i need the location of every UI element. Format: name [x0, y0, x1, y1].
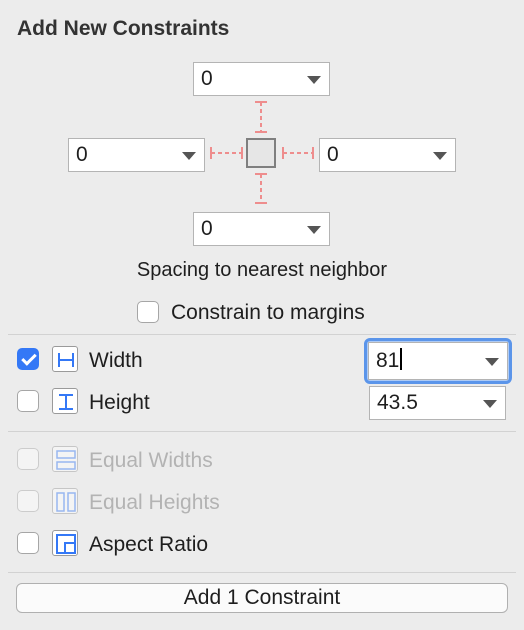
top-spacing-combo[interactable]: 0: [193, 62, 330, 96]
bottom-spacing-combo[interactable]: 0: [193, 212, 330, 246]
right-spacing-value: 0: [327, 143, 339, 166]
left-spacing-value: 0: [76, 143, 88, 166]
left-spacing-combo[interactable]: 0: [68, 138, 205, 172]
height-value-combo[interactable]: 43.5: [369, 386, 506, 420]
equal-heights-icon: [52, 488, 78, 514]
width-value[interactable]: 81: [376, 349, 399, 372]
divider: [8, 572, 516, 573]
width-icon: [52, 346, 78, 372]
aspect-ratio-icon: [52, 530, 78, 556]
chevron-down-icon[interactable]: [483, 400, 497, 408]
width-value-combo[interactable]: 81: [368, 342, 508, 380]
chevron-down-icon[interactable]: [485, 358, 499, 366]
equal-widths-label: Equal Widths: [89, 449, 213, 472]
height-icon: [52, 388, 78, 414]
width-checkbox[interactable]: [17, 348, 39, 370]
width-label: Width: [89, 349, 143, 372]
equal-heights-label: Equal Heights: [89, 491, 220, 514]
equal-widths-checkbox[interactable]: [17, 448, 39, 470]
height-checkbox[interactable]: [17, 390, 39, 412]
equal-widths-icon: [52, 446, 78, 472]
spacing-caption: Spacing to nearest neighbor: [136, 259, 388, 281]
panel-title: Add New Constraints: [17, 17, 230, 40]
view-box-icon: [246, 138, 276, 168]
chevron-down-icon[interactable]: [307, 226, 321, 234]
chevron-down-icon[interactable]: [433, 152, 447, 160]
right-strut-icon[interactable]: [280, 143, 316, 163]
aspect-ratio-checkbox[interactable]: [17, 532, 39, 554]
top-strut-icon[interactable]: [251, 100, 271, 136]
aspect-ratio-label: Aspect Ratio: [89, 533, 209, 556]
height-value: 43.5: [377, 391, 418, 414]
text-caret: [400, 348, 403, 370]
constrain-to-margins-label: Constrain to margins: [171, 301, 365, 324]
chevron-down-icon[interactable]: [182, 152, 196, 160]
right-spacing-combo[interactable]: 0: [319, 138, 456, 172]
bottom-spacing-value: 0: [201, 217, 213, 240]
top-spacing-value: 0: [201, 67, 213, 90]
equal-heights-checkbox[interactable]: [17, 490, 39, 512]
height-label: Height: [89, 391, 150, 414]
divider: [8, 431, 516, 432]
add-constraints-button[interactable]: Add 1 Constraint: [16, 583, 508, 613]
left-strut-icon[interactable]: [209, 143, 245, 163]
chevron-down-icon[interactable]: [307, 76, 321, 84]
bottom-strut-icon[interactable]: [251, 170, 271, 206]
divider: [8, 334, 516, 335]
constrain-to-margins-checkbox[interactable]: [137, 301, 159, 323]
